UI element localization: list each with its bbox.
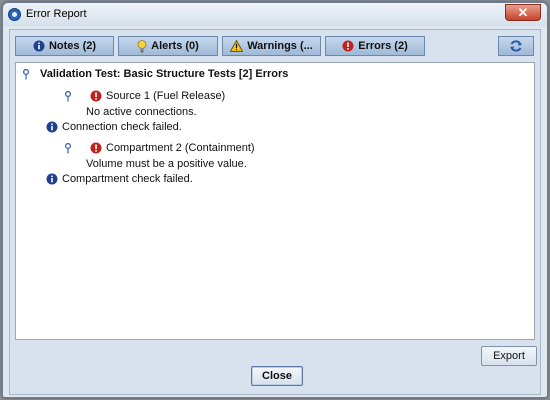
report-panel: Validation Test: Basic Structure Tests [… (15, 62, 535, 340)
error-item-row[interactable]: Source 1 (Fuel Release) (64, 90, 225, 102)
note-row[interactable]: Compartment check failed. (46, 173, 193, 185)
error-detail: Volume must be a positive value. (86, 158, 247, 170)
export-button[interactable]: Export (481, 346, 537, 366)
tab-warnings[interactable]: Warnings (... (222, 36, 321, 56)
error-icon (90, 90, 102, 102)
error-item-title: Source 1 (Fuel Release) (106, 90, 226, 102)
tab-label: Warnings (... (247, 40, 313, 52)
note-row[interactable]: Connection check failed. (46, 121, 182, 133)
error-item-row[interactable]: Compartment 2 (Containment) (64, 142, 255, 154)
report-header: Validation Test: Basic Structure Tests [… (40, 68, 289, 80)
content-area: Notes (2) Alerts (0) Warnings (... Error… (9, 29, 541, 395)
pin-icon (64, 90, 72, 102)
pin-icon (22, 68, 30, 80)
close-button[interactable]: Close (251, 366, 303, 386)
report-header-row[interactable]: Validation Test: Basic Structure Tests [… (22, 68, 288, 80)
title-bar[interactable]: Error Report ✕ (3, 3, 547, 26)
error-icon (90, 142, 102, 154)
refresh-icon (509, 39, 523, 53)
error-icon (342, 40, 354, 52)
tab-label: Errors (2) (358, 40, 408, 52)
tab-label: Notes (2) (48, 40, 97, 52)
tab-errors[interactable]: Errors (2) (325, 36, 425, 56)
window-title: Error Report (26, 8, 87, 20)
tab-label: Alerts (0) (151, 40, 199, 52)
app-icon (8, 8, 21, 21)
note-text: Connection check failed. (62, 121, 182, 133)
lightbulb-icon (137, 39, 147, 53)
error-report-window: Error Report ✕ Notes (2) Alerts (0) Warn… (2, 2, 548, 398)
tab-alerts[interactable]: Alerts (0) (118, 36, 218, 56)
error-detail: No active connections. (86, 106, 197, 118)
info-icon (46, 173, 58, 185)
window-close-button[interactable]: ✕ (505, 4, 541, 21)
error-item-title: Compartment 2 (Containment) (106, 142, 255, 154)
info-icon (46, 121, 58, 133)
pin-icon (64, 142, 72, 154)
refresh-button[interactable] (498, 36, 534, 56)
info-icon (33, 40, 45, 52)
warning-icon (230, 40, 244, 52)
tab-notes[interactable]: Notes (2) (15, 36, 114, 56)
note-text: Compartment check failed. (62, 173, 193, 185)
